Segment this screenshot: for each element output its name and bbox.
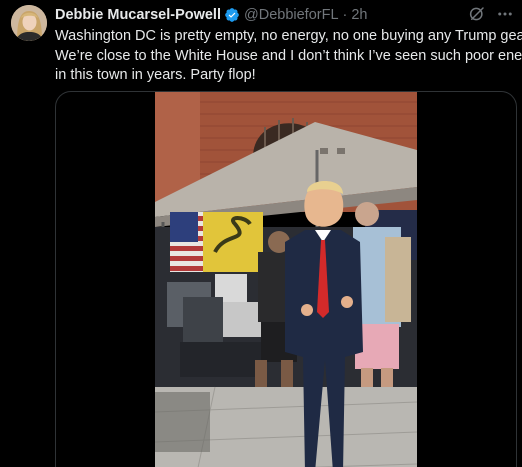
video-frame[interactable] xyxy=(155,92,417,467)
tweet-text: Washington DC is pretty empty, no energy… xyxy=(55,27,522,86)
timestamp[interactable]: 2h xyxy=(351,7,367,23)
verified-badge-icon xyxy=(224,7,240,23)
tweet-card[interactable]: Debbie Mucarsel-Powell @DebbieforFL · 2h xyxy=(0,0,522,467)
author-handle[interactable]: @DebbieforFL xyxy=(244,7,339,23)
more-icon[interactable] xyxy=(496,5,514,23)
tweet-text-line: We’re close to the White House and I don… xyxy=(55,47,522,64)
avatar[interactable] xyxy=(11,5,47,41)
header-actions xyxy=(468,5,514,23)
tweet-text-line: Washington DC is pretty empty, no energy… xyxy=(55,28,522,44)
grok-icon[interactable] xyxy=(468,5,486,23)
author-name[interactable]: Debbie Mucarsel-Powell xyxy=(55,7,221,23)
tweet-media[interactable] xyxy=(55,91,517,467)
separator-dot: · xyxy=(342,7,348,23)
tweet-header: Debbie Mucarsel-Powell @DebbieforFL · 2h xyxy=(55,5,368,25)
tweet-text-line: in this town in years. Party flop! xyxy=(55,67,256,84)
